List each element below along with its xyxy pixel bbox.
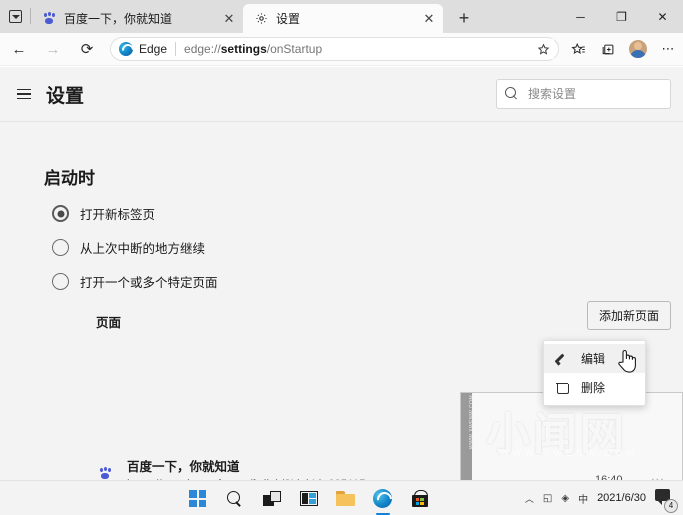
section-title: 启动时 (44, 169, 95, 188)
microsoft-store-button[interactable] (407, 486, 432, 511)
task-view-icon (262, 491, 281, 506)
search-icon (226, 490, 243, 507)
taskbar-date: 2021/6/30 (597, 492, 646, 504)
hamburger-icon[interactable] (8, 78, 40, 110)
taskbar-clock[interactable]: 2021/6/30 (597, 492, 646, 505)
trash-icon (554, 380, 570, 396)
page-context-menu: 编辑 删除 (543, 340, 646, 406)
context-menu-item-delete[interactable]: 删除 (544, 373, 645, 402)
tab-baidu[interactable]: 百度一下，你就知道 ✕ (31, 4, 243, 33)
radio-open-specific-pages[interactable]: 打开一个或多个特定页面 (52, 272, 218, 291)
tab-title: 设置 (276, 12, 301, 26)
page-name: 百度一下，你就知道 (127, 460, 240, 474)
tab-search-icon[interactable] (0, 0, 30, 33)
window-controls: ─ ❐ ✕ (560, 0, 683, 33)
radio-continue-where-left-off[interactable]: 从上次中断的地方继续 (52, 238, 205, 257)
task-view-button[interactable] (259, 486, 284, 511)
system-tray: ︿ ◱ ◈ 中 2021/6/30 4 (525, 481, 678, 515)
radio-label: 打开新标签页 (80, 208, 156, 222)
omnibox-divider (175, 42, 177, 56)
page-list-item[interactable]: 百度一下，你就知道 https://go.microsoft.com/fwlin… (96, 459, 366, 480)
context-menu-label: 编辑 (581, 352, 606, 366)
context-menu-label: 删除 (581, 381, 606, 395)
gear-icon (253, 11, 269, 27)
tab-strip: 百度一下，你就知道 ✕ 设置 ✕ + ─ ❐ ✕ (0, 0, 683, 33)
ime-icon[interactable]: 中 (578, 491, 588, 506)
search-icon (505, 87, 519, 101)
close-icon[interactable]: ✕ (219, 9, 239, 29)
address-bar-url: edge://settings/onStartup (184, 42, 323, 56)
notification-center-button[interactable]: 4 (655, 488, 678, 513)
tab-settings[interactable]: 设置 ✕ (243, 4, 443, 33)
page-title: 设置 (46, 85, 85, 107)
radio-label: 从上次中断的地方继续 (80, 242, 206, 256)
radio-label: 打开一个或多个特定页面 (80, 276, 218, 290)
settings-search-box[interactable] (496, 79, 671, 109)
omnibox-brand: Edge (139, 42, 168, 56)
folder-icon (336, 491, 355, 506)
edge-icon (373, 489, 392, 508)
search-input[interactable] (528, 87, 662, 101)
close-icon[interactable]: ✕ (419, 9, 439, 29)
radio-indicator (52, 273, 69, 290)
favorites-icon[interactable] (563, 36, 593, 62)
forward-button[interactable]: → (38, 36, 68, 62)
browser-window: 百度一下，你就知道 ✕ 设置 ✕ + ─ ❐ ✕ ← → ⟳ Edge edge… (0, 0, 683, 515)
pages-label: 页面 (96, 316, 122, 330)
reload-button[interactable]: ⟳ (72, 36, 102, 62)
notification-count-badge: 4 (664, 498, 678, 513)
edge-taskbar-button[interactable] (370, 486, 395, 511)
maximize-button[interactable]: ❐ (601, 0, 642, 33)
address-bar[interactable]: Edge edge://settings/onStartup (110, 37, 559, 61)
collections-icon[interactable] (593, 36, 623, 62)
taskbar-search-button[interactable] (222, 486, 247, 511)
browser-toolbar: ← → ⟳ Edge edge://settings/onStartup ⋯ (0, 33, 683, 66)
context-menu-item-edit[interactable]: 编辑 (544, 344, 645, 373)
radio-indicator (52, 205, 69, 222)
profile-avatar[interactable] (623, 36, 653, 62)
baidu-favicon (96, 464, 113, 480)
back-button[interactable]: ← (4, 36, 34, 62)
pencil-icon (554, 351, 570, 367)
more-settings-icon[interactable]: ⋯ (653, 36, 683, 62)
settings-header: 设置 (0, 67, 683, 122)
network-icon[interactable]: ◱ (543, 493, 552, 504)
widgets-button[interactable] (296, 486, 321, 511)
new-tab-button[interactable]: + (449, 4, 479, 32)
widgets-icon (299, 491, 318, 506)
start-button[interactable] (185, 486, 210, 511)
minimize-button[interactable]: ─ (560, 0, 601, 33)
radio-open-new-tab[interactable]: 打开新标签页 (52, 204, 155, 223)
add-new-page-button[interactable]: 添加新页面 (586, 301, 671, 330)
windows-taskbar: ︿ ◱ ◈ 中 2021/6/30 4 (0, 480, 683, 515)
file-explorer-button[interactable] (333, 486, 358, 511)
tab-title: 百度一下，你就知道 (64, 12, 173, 26)
windows-logo-icon (189, 490, 206, 507)
close-window-button[interactable]: ✕ (642, 0, 683, 33)
volume-icon[interactable]: ◈ (561, 493, 569, 504)
baidu-favicon (41, 11, 57, 27)
overlay-side-text: WWW.XWENW.COM (469, 394, 476, 450)
store-icon (411, 490, 428, 507)
edge-icon (119, 42, 133, 56)
radio-indicator (52, 239, 69, 256)
chevron-up-icon[interactable]: ︿ (525, 492, 534, 505)
star-add-icon[interactable] (532, 39, 554, 59)
